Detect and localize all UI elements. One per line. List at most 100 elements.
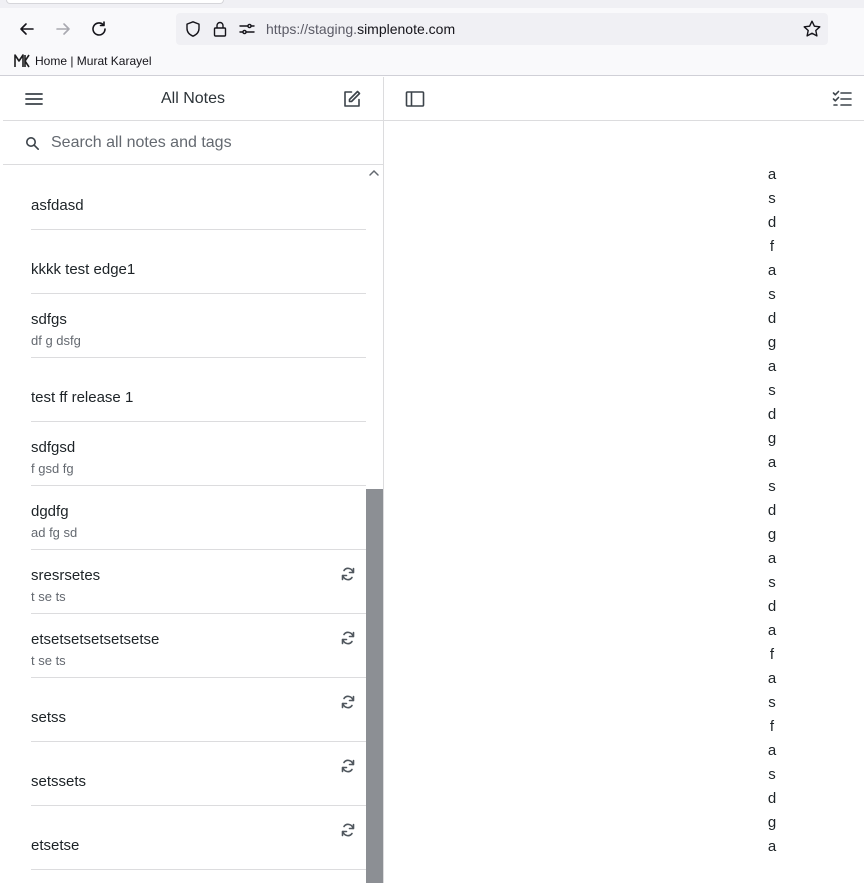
new-note-button[interactable] bbox=[340, 87, 364, 111]
note-title: test ff release 1 bbox=[31, 389, 134, 406]
note-title: kkkk test edge1 bbox=[31, 261, 136, 278]
note-list-item[interactable]: asfdasd bbox=[3, 166, 366, 230]
note-text-line: g bbox=[767, 430, 777, 447]
new-note-icon bbox=[344, 90, 361, 107]
lock-icon[interactable] bbox=[211, 20, 229, 38]
simplenote-app: All Notes asfdasdkkkk test edge1sdfgsdf … bbox=[0, 77, 864, 883]
note-content[interactable]: asdfasdgasdgasdgasdafasfasdga bbox=[752, 163, 792, 859]
bookmark-home[interactable]: Home | Murat Karayel bbox=[14, 54, 152, 68]
note-title: setssets bbox=[31, 773, 87, 790]
sync-icon bbox=[341, 695, 355, 709]
note-text-line: a bbox=[767, 622, 777, 639]
scrollbar-thumb[interactable] bbox=[366, 489, 383, 883]
tab-strip bbox=[0, 0, 864, 8]
navigation-bar: https://staging.simplenote.com bbox=[0, 8, 864, 50]
back-button[interactable] bbox=[13, 15, 41, 43]
note-preview: f gsd fg bbox=[31, 461, 74, 476]
checklist-icon bbox=[832, 90, 852, 106]
note-text-line: a bbox=[767, 454, 777, 471]
note-title: sdfgs bbox=[31, 311, 67, 328]
address-bar[interactable]: https://staging.simplenote.com bbox=[176, 13, 828, 45]
note-list-item[interactable]: setssets bbox=[3, 742, 366, 806]
arrow-right-icon bbox=[56, 23, 70, 35]
note-text-line: s bbox=[768, 574, 776, 591]
search-input[interactable] bbox=[51, 131, 361, 155]
permissions-icon[interactable] bbox=[238, 20, 256, 38]
note-divider bbox=[31, 869, 366, 870]
note-text-line: d bbox=[767, 310, 777, 327]
note-text-line: f bbox=[769, 238, 775, 255]
note-text-line: d bbox=[767, 502, 777, 519]
note-text-line: a bbox=[767, 358, 777, 375]
note-text-line: d bbox=[767, 406, 777, 423]
url-text[interactable]: https://staging.simplenote.com bbox=[266, 21, 455, 37]
note-list-panel: All Notes asfdasdkkkk test edge1sdfgsdf … bbox=[3, 77, 384, 883]
note-text-line: f bbox=[769, 646, 775, 663]
note-title: etsetse bbox=[31, 837, 80, 854]
note-list-item[interactable]: sresrsetes t se ts bbox=[3, 550, 366, 614]
shield-icon[interactable] bbox=[184, 20, 202, 38]
note-text-line: s bbox=[768, 766, 776, 783]
arrow-left-icon bbox=[20, 23, 34, 35]
note-text-line: a bbox=[767, 670, 777, 687]
note-text-line: a bbox=[767, 550, 777, 567]
note-preview: t se ts bbox=[31, 589, 66, 604]
note-title: dgdfg bbox=[31, 503, 69, 520]
note-text-line: g bbox=[767, 334, 777, 351]
sync-icon bbox=[341, 631, 355, 645]
note-preview: ad fg sd bbox=[31, 525, 78, 540]
note-list-item[interactable]: etsetsetsetsetsetse t se ts bbox=[3, 614, 366, 678]
note-preview: t se ts bbox=[31, 653, 66, 668]
checklist-button[interactable] bbox=[830, 87, 854, 111]
note-text-line: f bbox=[769, 718, 775, 735]
note-text-line: s bbox=[768, 478, 776, 495]
url-prefix: https://staging. bbox=[266, 21, 358, 37]
note-list-item[interactable]: etsetse bbox=[3, 806, 366, 870]
note-list-header: All Notes bbox=[3, 77, 383, 121]
url-domain: simplenote.com bbox=[357, 21, 456, 37]
reload-icon bbox=[92, 21, 106, 36]
note-title: setss bbox=[31, 709, 67, 726]
note-text-line: d bbox=[767, 790, 777, 807]
note-text-line: a bbox=[767, 838, 777, 855]
mk-logo-icon bbox=[14, 54, 30, 68]
note-text-line: d bbox=[767, 214, 777, 231]
note-text-line: a bbox=[767, 742, 777, 759]
note-list-item[interactable]: test ff release 1 bbox=[3, 358, 366, 422]
sync-icon bbox=[341, 759, 355, 773]
bookmarks-toolbar: Home | Murat Karayel bbox=[0, 50, 864, 76]
note-editor-panel: asdfasdgasdgasdgasdafasfasdga bbox=[384, 77, 864, 883]
note-title: sdfgsd bbox=[31, 439, 76, 456]
reload-button[interactable] bbox=[85, 15, 113, 43]
active-tab[interactable] bbox=[6, 0, 224, 4]
star-icon[interactable] bbox=[802, 19, 822, 39]
toggle-sidebar-button[interactable] bbox=[403, 87, 427, 111]
note-title: etsetsetsetsetsetse bbox=[31, 631, 160, 648]
sync-icon bbox=[341, 567, 355, 581]
forward-button[interactable] bbox=[49, 15, 77, 43]
scroll-up-icon[interactable] bbox=[368, 168, 380, 178]
note-list-item[interactable]: sdfgs df g dsfg bbox=[3, 294, 366, 358]
note-text-line: a bbox=[767, 166, 777, 183]
note-list-item[interactable]: kkkk test edge1 bbox=[3, 230, 366, 294]
note-text-line: g bbox=[767, 526, 777, 543]
note-text-line: s bbox=[768, 694, 776, 711]
note-title: asfdasd bbox=[31, 197, 84, 214]
search-icon bbox=[26, 137, 39, 150]
note-list-item[interactable]: dgdfg ad fg sd bbox=[3, 486, 366, 550]
note-list-item[interactable]: sdfgsd f gsd fg bbox=[3, 422, 366, 486]
search-bar bbox=[3, 121, 383, 165]
note-text-line: s bbox=[768, 286, 776, 303]
note-text-line: g bbox=[767, 814, 777, 831]
note-text-line: s bbox=[768, 382, 776, 399]
note-title: sresrsetes bbox=[31, 567, 101, 584]
sidebar-toggle-icon bbox=[405, 91, 425, 107]
sync-icon bbox=[341, 823, 355, 837]
editor-toolbar bbox=[384, 77, 864, 121]
note-list-item[interactable]: setss bbox=[3, 678, 366, 742]
note-text-line: d bbox=[767, 598, 777, 615]
page-title: All Notes bbox=[160, 90, 226, 107]
bookmark-label: Home | Murat Karayel bbox=[35, 54, 152, 68]
note-text-line: a bbox=[767, 262, 777, 279]
note-text-line: s bbox=[768, 190, 776, 207]
